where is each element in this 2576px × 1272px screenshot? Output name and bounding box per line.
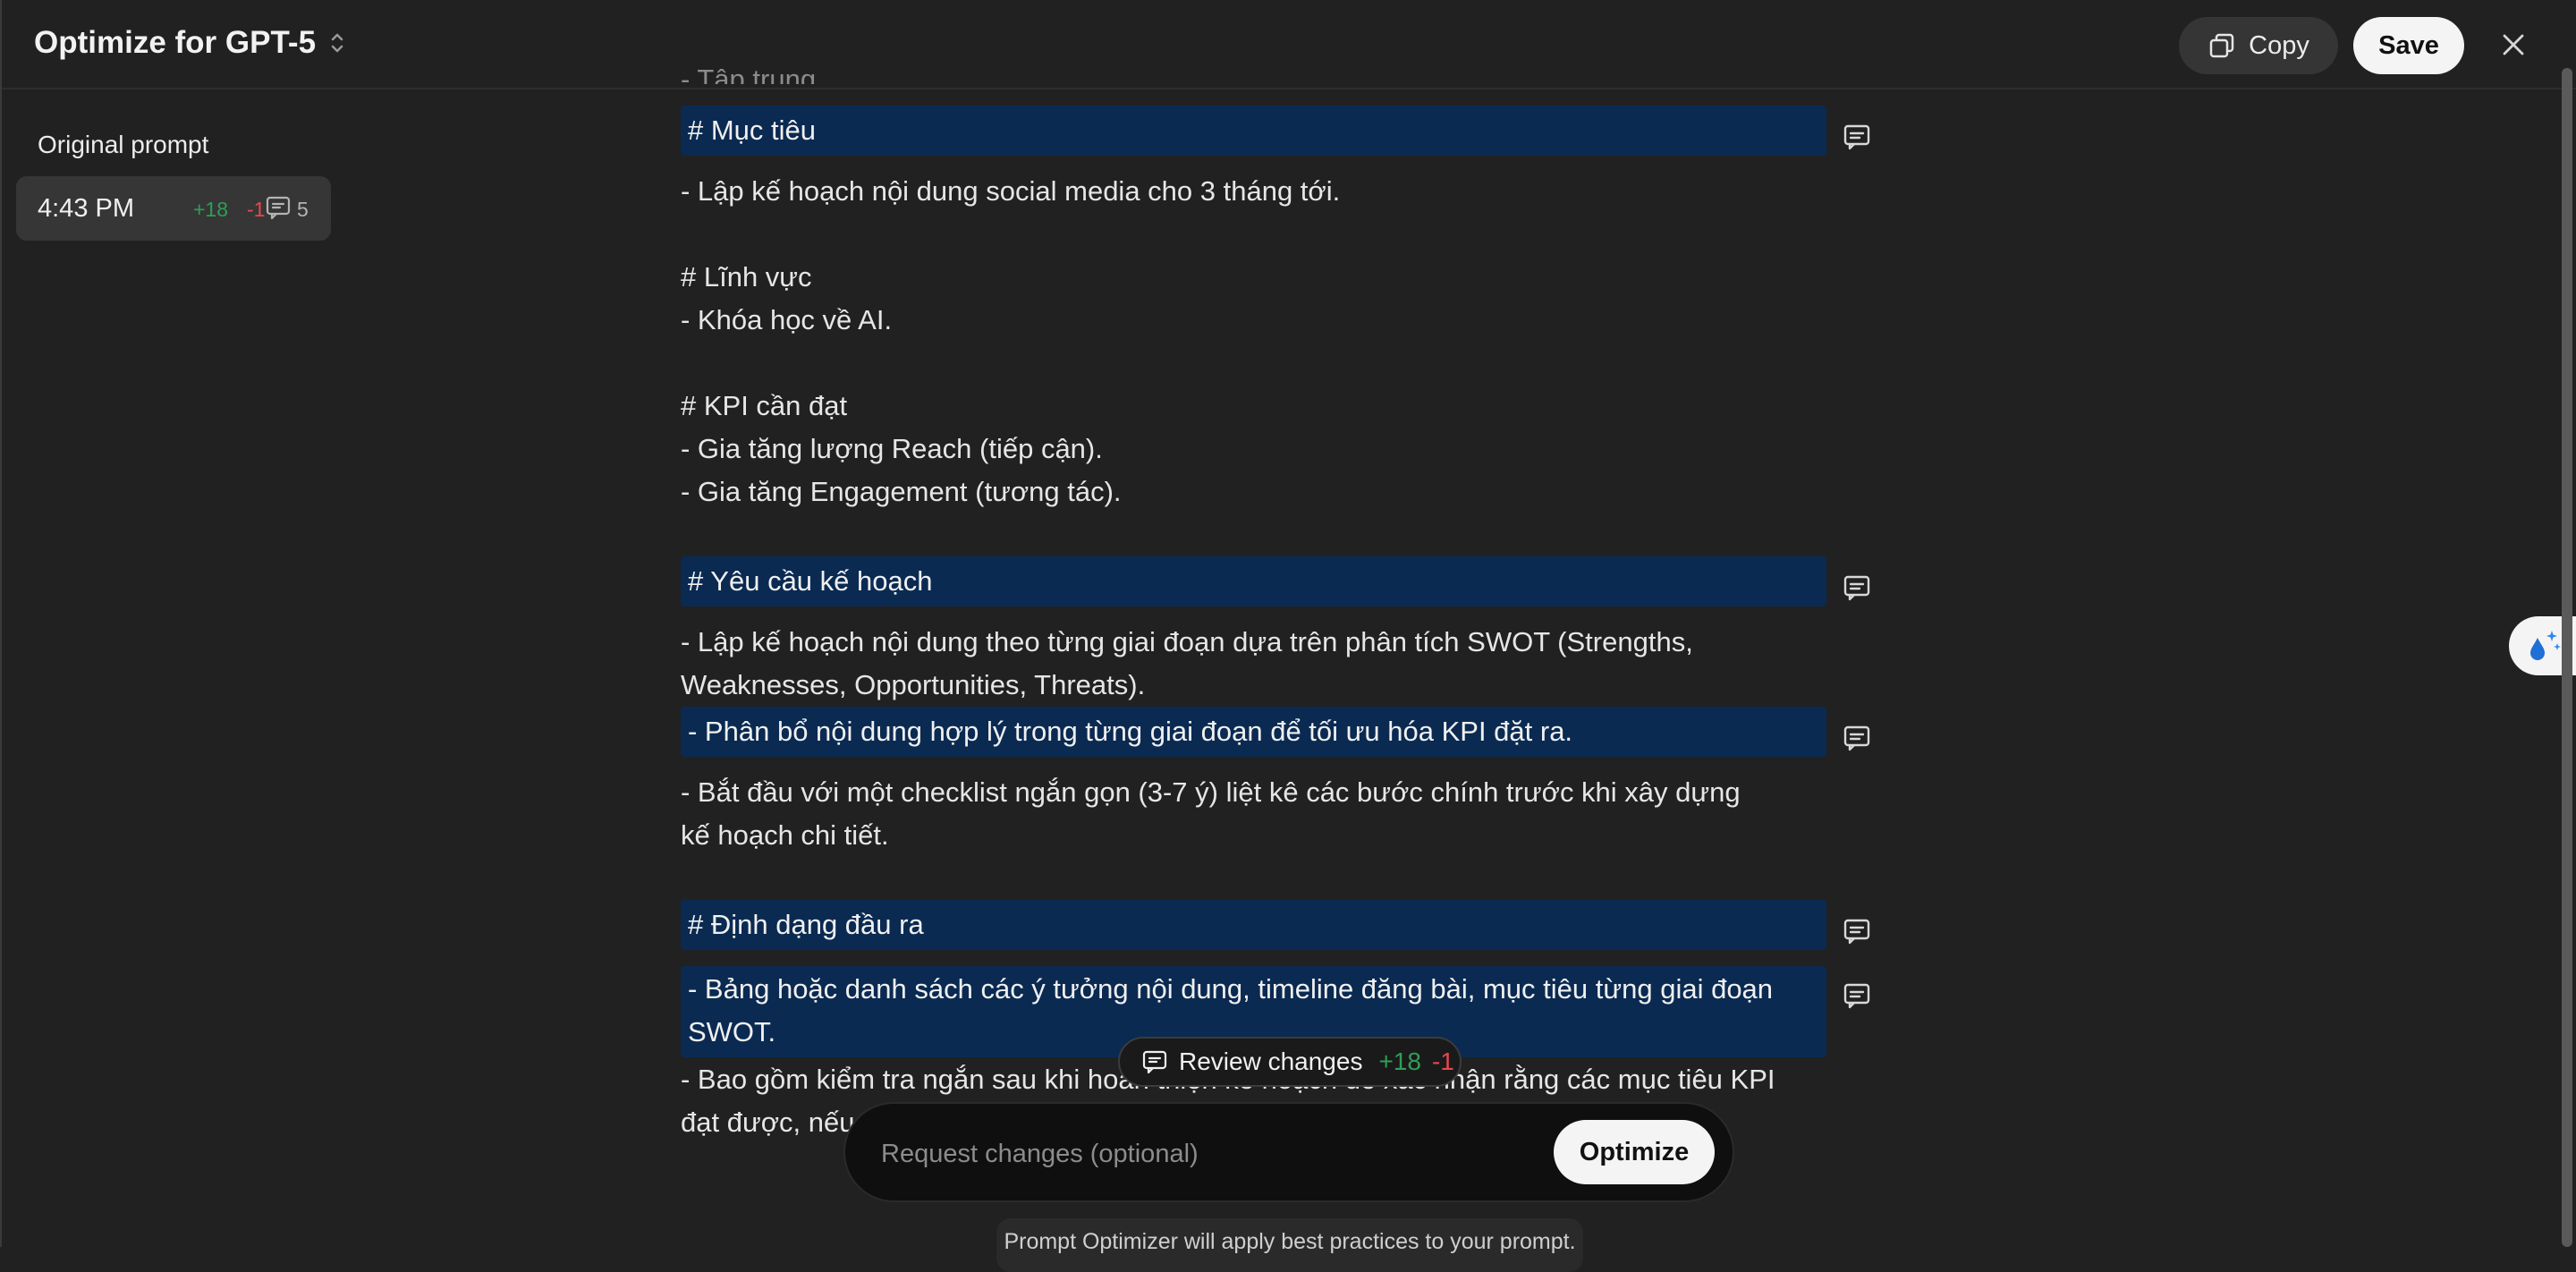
- prompt-line: # Định dạng đầu ra: [688, 909, 924, 940]
- version-comment-count: 5: [297, 198, 309, 221]
- prompt-line: đạt được, nếu: [681, 1107, 855, 1138]
- copy-button[interactable]: Copy: [2179, 17, 2338, 74]
- close-icon: [2503, 34, 2524, 55]
- copy-icon: [2209, 33, 2234, 58]
- prompt-line: - Bắt đầu với một checklist ngắn gọn (3-…: [681, 776, 1741, 808]
- highlight-block: # Định dạng đầu ra: [681, 900, 1826, 950]
- optimize-label: Optimize: [1579, 1137, 1690, 1166]
- save-button[interactable]: Save: [2353, 17, 2464, 74]
- header-bar: Optimize for GPT-5 Copy Save: [2, 0, 2576, 89]
- review-changes-label: Review changes: [1179, 1047, 1363, 1075]
- prompt-line: - Gia tăng lượng Reach (tiếp cận).: [681, 433, 1103, 464]
- review-changes-button[interactable]: Review changes +18 -1: [1118, 1037, 1462, 1087]
- version-item[interactable]: 4:43 PM +18 -1 5: [16, 176, 331, 241]
- partial-line: - Tập trung: [681, 66, 817, 84]
- comment-icon[interactable]: [1842, 122, 1872, 152]
- prompt-line: # Yêu cầu kế hoạch: [688, 565, 933, 597]
- footer-note: Prompt Optimizer will apply best practic…: [996, 1218, 1583, 1272]
- optimizer-dialog: Optimize for GPT-5 Copy Save Original pr…: [0, 0, 2576, 1272]
- version-removed-count: -1: [247, 198, 266, 221]
- prompt-line: # KPI cần đạt: [681, 390, 848, 421]
- prompt-line: Weaknesses, Opportunities, Threats).: [681, 669, 1146, 700]
- comment-icon[interactable]: [1842, 723, 1872, 753]
- save-label: Save: [2378, 30, 2439, 60]
- prompt-line: - Phân bổ nội dung hợp lý trong từng gia…: [688, 716, 1573, 747]
- scrollbar[interactable]: [2562, 63, 2572, 1247]
- version-time: 4:43 PM: [38, 194, 134, 223]
- comment-icon: [1142, 1050, 1167, 1074]
- review-added-count: +18: [1378, 1047, 1421, 1075]
- review-removed-count: -1: [1431, 1047, 1454, 1075]
- comment-icon[interactable]: [1842, 916, 1872, 946]
- prompt-line: kế hoạch chi tiết.: [681, 819, 889, 851]
- optimize-button[interactable]: Optimize: [1554, 1120, 1715, 1184]
- copy-label: Copy: [2249, 30, 2309, 60]
- comment-icon[interactable]: [1842, 980, 1872, 1011]
- version-added-count: +18: [193, 198, 229, 221]
- comment-icon: [266, 196, 291, 220]
- prompt-line: # Mục tiêu: [688, 114, 817, 146]
- prompt-line: # Lĩnh vực: [681, 261, 812, 293]
- close-button[interactable]: [2494, 25, 2533, 64]
- highlight-block: - Phân bổ nội dung hợp lý trong từng gia…: [681, 707, 1826, 757]
- prompt-line: - Lập kế hoạch nội dung social media cho…: [681, 175, 1341, 207]
- chevron-up-down-icon: [331, 33, 343, 53]
- prompt-line: - Lập kế hoạch nội dung theo từng giai đ…: [681, 626, 1693, 657]
- scrollbar-thumb[interactable]: [2562, 68, 2572, 1247]
- prompt-line: - Khóa học về AI.: [681, 304, 893, 335]
- highlight-block: # Mục tiêu: [681, 106, 1826, 156]
- sparkle-drop-icon: [2530, 631, 2561, 660]
- prompt-line: SWOT.: [688, 1016, 776, 1047]
- request-changes-input[interactable]: [881, 1129, 1525, 1179]
- page-title: Optimize for GPT-5: [34, 25, 317, 60]
- prompt-line: - Bảng hoặc danh sách các ý tưởng nội du…: [688, 973, 1774, 1005]
- highlight-block: # Yêu cầu kế hoạch: [681, 556, 1826, 606]
- prompt-line: - Gia tăng Engagement (tương tác).: [681, 476, 1122, 507]
- comment-icon[interactable]: [1842, 572, 1872, 603]
- original-prompt-link[interactable]: Original prompt: [38, 131, 208, 159]
- model-selector[interactable]: Optimize for GPT-5: [34, 25, 346, 61]
- request-changes-bar: Optimize: [843, 1102, 1734, 1202]
